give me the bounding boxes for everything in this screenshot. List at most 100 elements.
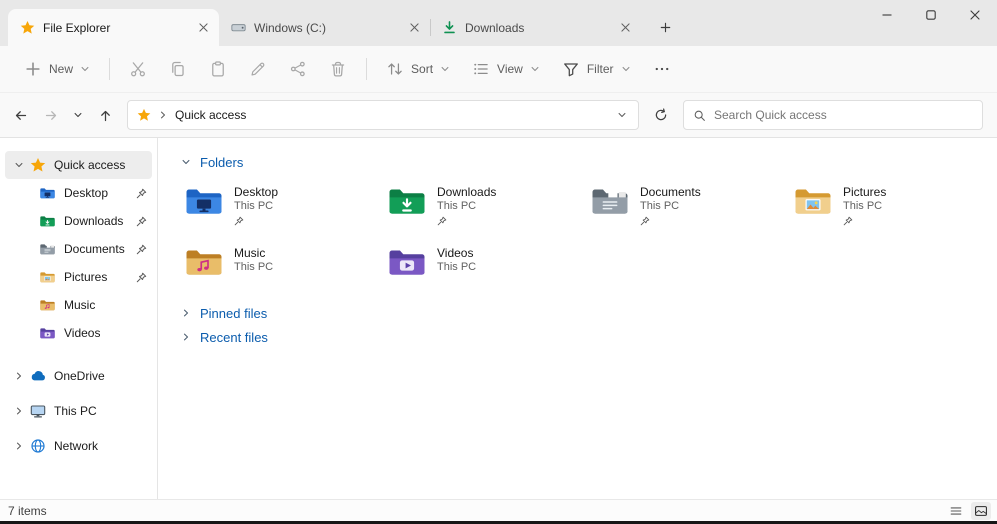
refresh-icon	[654, 108, 668, 122]
details-view-button[interactable]	[946, 502, 966, 520]
copy-button[interactable]	[159, 52, 197, 86]
view-icon	[472, 60, 490, 78]
pin-icon	[136, 244, 147, 255]
expand-chevron-down-icon[interactable]	[11, 158, 26, 173]
search-input[interactable]	[714, 108, 973, 122]
folder-location: This PC	[437, 261, 477, 273]
downloads-folder-icon	[387, 186, 427, 218]
forward-button[interactable]	[37, 101, 65, 129]
view-button[interactable]: View	[462, 52, 550, 86]
sidebar-item-documents[interactable]: Documents	[5, 235, 152, 263]
onedrive-cloud-icon	[30, 368, 46, 384]
address-dropdown-button[interactable]	[610, 103, 634, 127]
toolbar-separator	[366, 58, 368, 80]
folder-location: This PC	[234, 200, 274, 212]
new-tab-button[interactable]	[652, 14, 679, 41]
more-options-button[interactable]	[643, 52, 681, 86]
tab-close-icon[interactable]	[194, 18, 213, 37]
sort-button-label: Sort	[411, 62, 434, 76]
expand-chevron-right-icon[interactable]	[11, 369, 26, 384]
pin-icon	[136, 188, 147, 199]
sidebar-item-label: Downloads	[64, 214, 124, 228]
sidebar-item-desktop[interactable]: Desktop	[5, 179, 152, 207]
chevron-down-icon	[178, 155, 193, 170]
filter-button[interactable]: Filter	[552, 52, 641, 86]
desktop-folder-icon	[184, 186, 224, 218]
window-controls	[865, 0, 997, 30]
search-icon	[693, 109, 706, 122]
folder-name: Downloads	[437, 185, 497, 199]
ellipsis-icon	[653, 60, 671, 78]
address-bar[interactable]: Quick access	[127, 100, 639, 130]
up-button[interactable]	[91, 101, 119, 129]
folder-name: Music	[234, 246, 266, 260]
tab-downloads[interactable]: Downloads	[430, 9, 641, 46]
close-icon	[970, 10, 980, 20]
tab-close-icon[interactable]	[405, 18, 424, 37]
pin-icon	[437, 216, 447, 226]
sidebar-item-label: Music	[64, 298, 96, 312]
section-header-recent-files[interactable]: Recent files	[178, 325, 268, 349]
expand-chevron-right-icon[interactable]	[11, 439, 26, 454]
plus-icon	[659, 21, 672, 34]
sort-icon	[386, 60, 404, 78]
tab-close-icon[interactable]	[616, 18, 635, 37]
paste-button[interactable]	[199, 52, 237, 86]
search-box	[683, 100, 983, 130]
tab-file-explorer[interactable]: File Explorer	[8, 9, 219, 46]
chevron-right-icon	[178, 306, 193, 321]
folder-tile-downloads[interactable]: Downloads This PC	[381, 182, 584, 236]
quick-access-star-icon	[30, 157, 46, 173]
view-button-label: View	[497, 62, 523, 76]
refresh-button[interactable]	[647, 101, 675, 129]
item-count: 7 items	[8, 503, 47, 518]
section-label: Folders	[200, 154, 244, 170]
folder-tile-desktop[interactable]: Desktop This PC	[178, 182, 381, 236]
section-header-folders[interactable]: Folders	[178, 150, 243, 174]
thumbnails-view-button[interactable]	[971, 501, 991, 520]
tab-windows-c[interactable]: Windows (C:)	[219, 9, 430, 46]
expand-chevron-right-icon[interactable]	[11, 404, 26, 419]
folder-tile-pictures[interactable]: Pictures This PC	[787, 182, 990, 236]
section-header-pinned-files[interactable]: Pinned files	[178, 301, 267, 325]
close-button[interactable]	[953, 0, 997, 30]
folder-location: This PC	[234, 261, 274, 273]
cut-button[interactable]	[119, 52, 157, 86]
recent-locations-button[interactable]	[68, 101, 88, 129]
sidebar-item-music[interactable]: Music	[5, 291, 152, 319]
sidebar-item-label: Network	[54, 439, 99, 453]
rename-button[interactable]	[239, 52, 277, 86]
maximize-icon	[926, 10, 936, 20]
chevron-down-icon	[617, 110, 627, 120]
chevron-down-icon	[621, 64, 631, 74]
sidebar-item-onedrive[interactable]: OneDrive	[5, 362, 152, 390]
view-toggles	[946, 501, 991, 520]
forward-arrow-icon	[44, 108, 59, 123]
breadcrumb-location[interactable]: Quick access	[175, 108, 246, 122]
maximize-button[interactable]	[909, 0, 953, 30]
address-row: Quick access	[0, 93, 997, 138]
command-toolbar: New Sort View Filter	[0, 46, 997, 93]
sidebar-item-pictures[interactable]: Pictures	[5, 263, 152, 291]
filter-button-label: Filter	[586, 62, 614, 76]
file-list-area: Folders Desktop This PC Downloads This P…	[158, 138, 997, 499]
rename-pencil-icon	[249, 60, 267, 78]
sidebar-item-this-pc[interactable]: This PC	[5, 397, 152, 425]
minimize-icon	[882, 10, 892, 20]
sidebar-item-quick-access[interactable]: Quick access	[5, 151, 152, 179]
share-button[interactable]	[279, 52, 317, 86]
new-button[interactable]: New	[14, 52, 100, 86]
back-button[interactable]	[6, 101, 34, 129]
chevron-down-icon	[440, 64, 450, 74]
back-arrow-icon	[13, 108, 28, 123]
delete-button[interactable]	[319, 52, 357, 86]
sidebar-item-network[interactable]: Network	[5, 432, 152, 460]
folder-tile-videos[interactable]: Videos This PC	[381, 243, 584, 297]
folder-tile-documents[interactable]: Documents This PC	[584, 182, 787, 236]
sidebar-item-downloads[interactable]: Downloads	[5, 207, 152, 235]
folder-tile-music[interactable]: Music This PC	[178, 243, 381, 297]
minimize-button[interactable]	[865, 0, 909, 30]
sort-button[interactable]: Sort	[376, 52, 460, 86]
sidebar-item-videos[interactable]: Videos	[5, 319, 152, 347]
